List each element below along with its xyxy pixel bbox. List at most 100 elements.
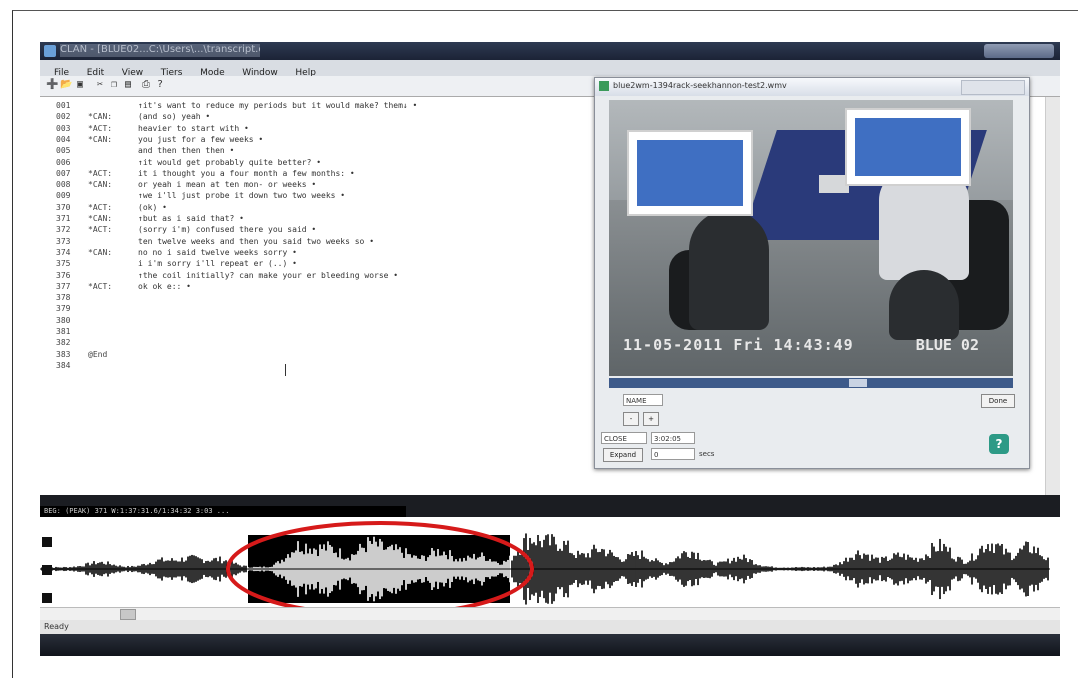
video-titlebar: blue2wm-1394rack-seekhannon-test2.wmv <box>595 78 1029 96</box>
speaker-code: *ACT: <box>88 202 113 212</box>
utterance-text: i i'm sorry i'll repeat er (..) • <box>138 259 297 269</box>
line-number: 383 <box>56 349 71 359</box>
channel-marker[interactable] <box>42 593 52 603</box>
video-frame[interactable]: 11-05-2011 Fri 14:43:49 BLUE 02 <box>609 100 1013 376</box>
utterance-text: (and so) yeah • <box>138 112 211 122</box>
transcript-line[interactable]: 380 <box>56 315 138 326</box>
open-folder-icon[interactable]: 📂 <box>60 79 72 91</box>
window-controls[interactable] <box>984 44 1054 58</box>
transcript-line[interactable]: 006 ↑it would get probably quite better? … <box>56 157 321 168</box>
line-number: 001 <box>56 101 71 110</box>
person-left <box>689 210 769 330</box>
waveform[interactable] <box>40 517 1060 607</box>
transcript-line[interactable]: 383 @End <box>56 349 138 360</box>
line-number: 384 <box>56 360 71 370</box>
close-field[interactable]: CLOSE <box>601 432 647 444</box>
line-number: 006 <box>56 157 71 167</box>
cut-icon[interactable]: ✂ <box>94 79 106 91</box>
transcript-line[interactable]: 009 ↑we i'll just probe it down two two w… <box>56 190 345 201</box>
transcript-line[interactable]: 373 ten twelve weeks and then you said tw… <box>56 236 374 247</box>
camera-label: BLUE 02 <box>915 336 979 354</box>
taskbar <box>40 634 1060 656</box>
transcript-line[interactable]: 372 *ACT: (sorry i'm) confused there you s… <box>56 224 316 235</box>
speaker-code: *CAN: <box>88 180 113 190</box>
utterance-text: ↑the coil initially? can make your er bl… <box>138 270 399 280</box>
transcript-line[interactable]: 001 ↑it's want to reduce my periods but i… <box>56 100 417 111</box>
waveform-panel[interactable] <box>40 517 1060 607</box>
utterance-text: (ok) • <box>138 202 167 212</box>
help-icon[interactable]: ? <box>154 79 166 91</box>
transcript-line[interactable]: 008 *CAN: or yeah i mean at ten mon- or we… <box>56 179 316 190</box>
transcript-line[interactable]: 378 <box>56 292 138 303</box>
horizontal-scrollbar[interactable] <box>40 607 1060 620</box>
seconds-field[interactable]: 0 <box>651 448 695 460</box>
paste-icon[interactable]: ▤ <box>122 79 134 91</box>
transcript-line[interactable]: 377 *ACT: ok ok e:: • <box>56 281 191 292</box>
video-seek-bar[interactable] <box>609 378 1013 388</box>
transcript-line[interactable]: 370 *ACT: (ok) • <box>56 202 167 213</box>
speaker-code: *ACT: <box>88 281 113 291</box>
line-number: 376 <box>56 270 71 280</box>
utterance-text: ok ok e:: • <box>138 281 191 291</box>
transcript-line[interactable]: 375 i i'm sorry i'll repeat er (..) • <box>56 258 297 269</box>
window-titlebar: CLAN - [BLUE02...C:\Users\...\transcript… <box>40 42 1060 60</box>
line-number: 379 <box>56 304 71 314</box>
transcript-line[interactable]: 004 *CAN: you just for a few weeks • <box>56 134 263 145</box>
line-number: 382 <box>56 338 71 348</box>
scroll-thumb[interactable] <box>120 609 136 620</box>
name-field[interactable]: NAME <box>623 394 663 406</box>
transcript-line[interactable]: 381 <box>56 326 138 337</box>
person-right <box>879 170 969 280</box>
utterance-text: no no i said twelve weeks sorry • <box>138 247 297 257</box>
speaker-code: *CAN: <box>88 247 113 257</box>
channel-marker[interactable] <box>42 537 52 547</box>
done-button[interactable]: Done <box>981 394 1015 408</box>
seconds-unit: secs <box>699 450 715 458</box>
app-icon <box>44 45 56 57</box>
channel-marker[interactable] <box>42 565 52 575</box>
minus-button[interactable]: - <box>623 412 639 426</box>
transcript-line[interactable]: 005 and then then then • <box>56 145 234 156</box>
line-number: 373 <box>56 236 71 246</box>
line-number: 004 <box>56 134 71 144</box>
transcript-line[interactable]: 007 *ACT: it i thought you a four month a … <box>56 168 355 179</box>
transcript-line[interactable]: 379 <box>56 303 138 314</box>
utterance-text: ↑it's want to reduce my periods but it w… <box>138 101 418 110</box>
line-number: 009 <box>56 191 71 201</box>
utterance-text: heavier to start with • <box>138 123 249 133</box>
speaker-code: @End <box>88 349 108 359</box>
copy-icon[interactable]: ❐ <box>108 79 120 91</box>
help-button[interactable]: ? <box>989 434 1009 454</box>
transcript-line[interactable]: 002 *CAN: (and so) yeah • <box>56 111 210 122</box>
line-number: 371 <box>56 214 71 223</box>
plus-button[interactable]: + <box>643 412 659 426</box>
speaker-code: *CAN: <box>88 112 113 122</box>
time-field[interactable]: 3:02:05 <box>651 432 695 444</box>
line-number: 374 <box>56 247 71 257</box>
utterance-text: (sorry i'm) confused there you said • <box>138 225 317 235</box>
face-blur-right <box>845 108 971 186</box>
transcript-line[interactable]: 371 *CAN: ↑but as i said that? • <box>56 213 244 224</box>
speaker-code: *CAN: <box>88 134 113 144</box>
line-number: 377 <box>56 281 71 291</box>
speaker-code: *ACT: <box>88 168 113 178</box>
new-file-icon[interactable]: ➕ <box>46 79 58 91</box>
transcript-line[interactable]: 376 ↑the coil initially? can make your er… <box>56 270 398 281</box>
print-icon[interactable]: ⎙ <box>140 79 152 91</box>
line-number: 380 <box>56 315 71 325</box>
window-title: CLAN - [BLUE02...C:\Users\...\transcript… <box>60 44 260 57</box>
save-icon[interactable]: ▣ <box>74 79 86 91</box>
transcript-line[interactable]: 382 <box>56 337 138 348</box>
utterance-text: you just for a few weeks • <box>138 134 264 144</box>
expand-button[interactable]: Expand <box>603 448 643 462</box>
video-window-controls[interactable] <box>961 80 1025 95</box>
transcript-line[interactable]: 384 <box>56 360 138 371</box>
line-number: 381 <box>56 327 71 336</box>
video-title: blue2wm-1394rack-seekhannon-test2.wmv <box>613 81 787 90</box>
vertical-scrollbar[interactable] <box>1045 97 1060 495</box>
transcript-line[interactable]: 374 *CAN: no no i said twelve weeks sorry … <box>56 247 297 258</box>
seek-knob[interactable] <box>849 379 867 387</box>
menu-bar: File Edit View Tiers Mode Window Help <box>40 60 1060 78</box>
transcript-line[interactable]: 003 *ACT: heavier to start with • <box>56 123 249 134</box>
line-number: 372 <box>56 225 71 235</box>
